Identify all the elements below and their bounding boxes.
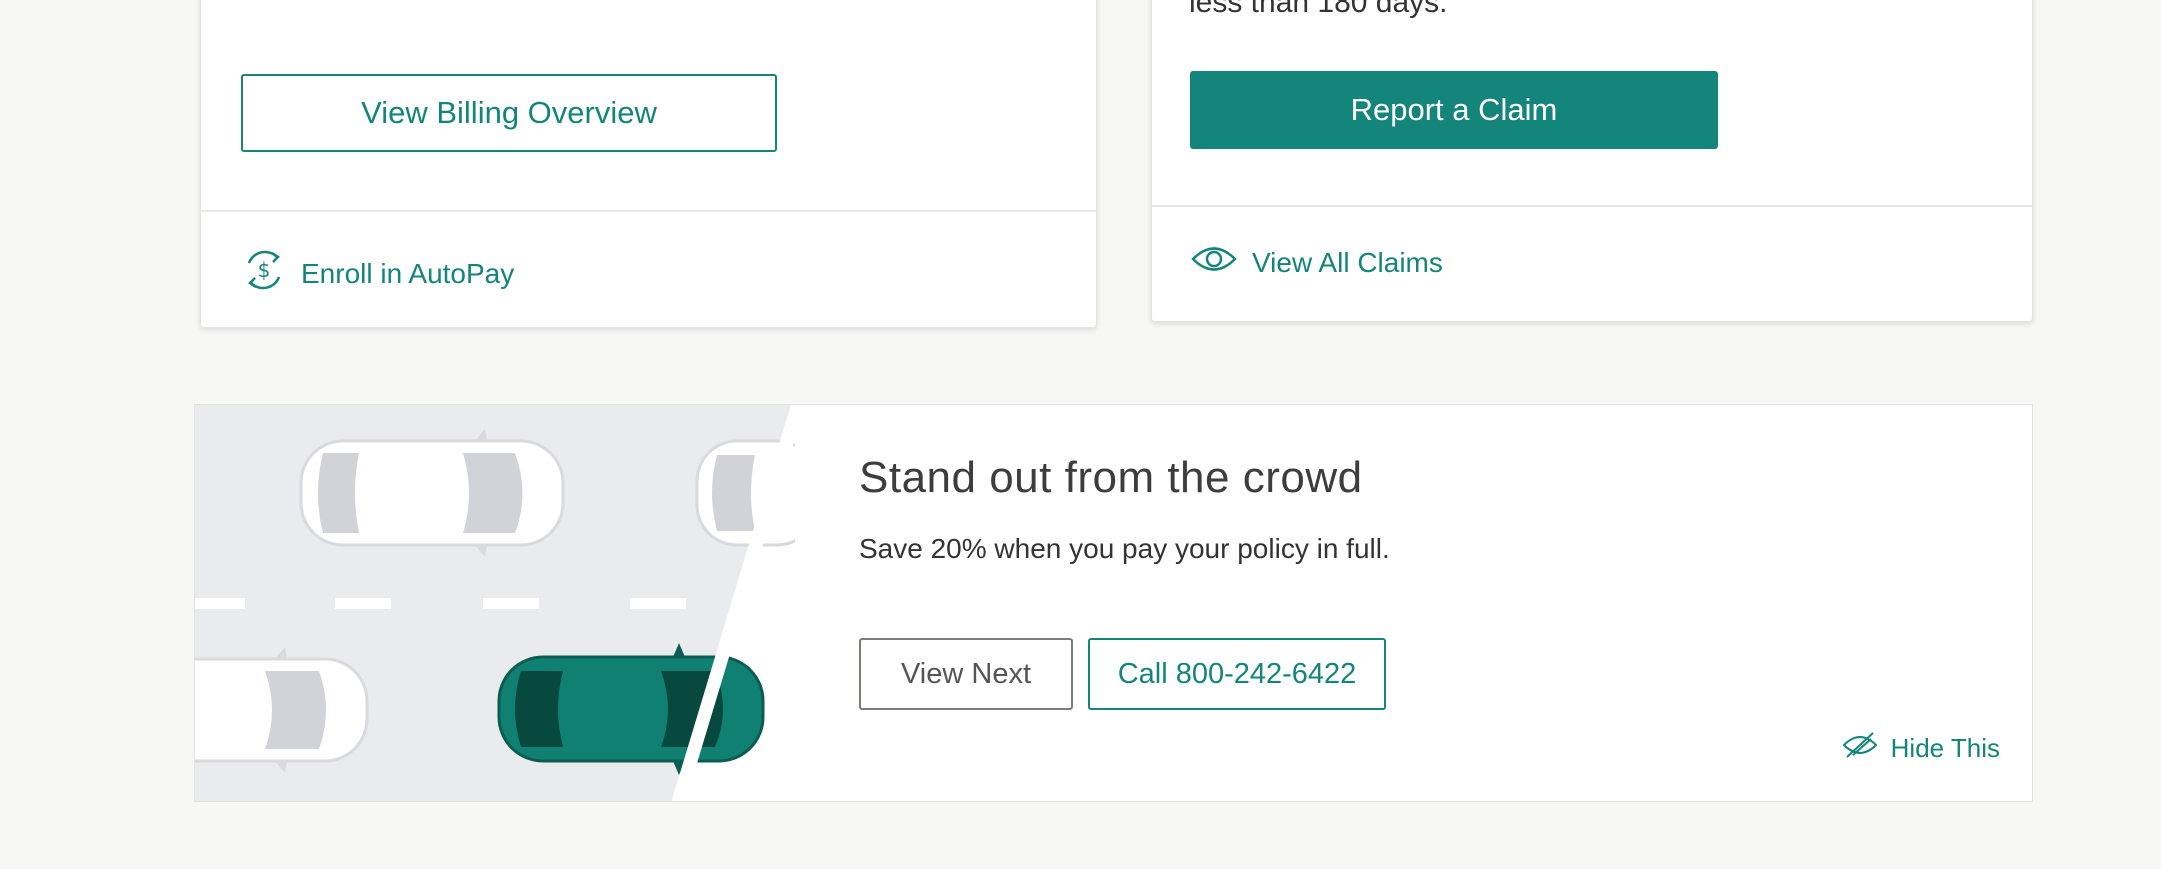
- autopay-link-label: Enroll in AutoPay: [301, 257, 515, 289]
- promo-banner: Stand out from the crowd Save 20% when y…: [194, 404, 2033, 802]
- enroll-autopay-link[interactable]: $ Enroll in AutoPay: [241, 247, 514, 300]
- promo-illustration: [195, 405, 819, 801]
- car-illustration: [299, 429, 565, 557]
- report-claim-button[interactable]: Report a Claim: [1190, 71, 1718, 149]
- billing-card: View Billing Overview $ Enroll in AutoPa…: [200, 0, 1097, 328]
- view-all-claims-link[interactable]: View All Claims: [1190, 242, 1443, 283]
- view-billing-overview-button[interactable]: View Billing Overview: [241, 74, 777, 152]
- eye-icon: [1190, 242, 1238, 283]
- card-divider: [1152, 205, 2032, 207]
- hide-link-label: Hide This: [1890, 733, 2000, 763]
- autopay-icon: $: [241, 247, 287, 300]
- eye-slash-icon: [1841, 731, 1879, 766]
- svg-text:$: $: [258, 258, 271, 282]
- claims-description-text: less than 180 days.: [1189, 0, 1448, 19]
- car-illustration: [195, 647, 369, 773]
- view-claims-label: View All Claims: [1252, 246, 1443, 278]
- claims-card: Report a Claim View All Claims: [1151, 0, 2033, 322]
- hide-promo-link[interactable]: Hide This: [1841, 731, 2000, 766]
- call-phone-button[interactable]: Call 800-242-6422: [1088, 638, 1386, 710]
- view-next-button[interactable]: View Next: [859, 638, 1073, 710]
- card-divider: [201, 210, 1096, 212]
- promo-subtitle: Save 20% when you pay your policy in ful…: [859, 533, 1390, 564]
- promo-title: Stand out from the crowd: [859, 453, 1363, 502]
